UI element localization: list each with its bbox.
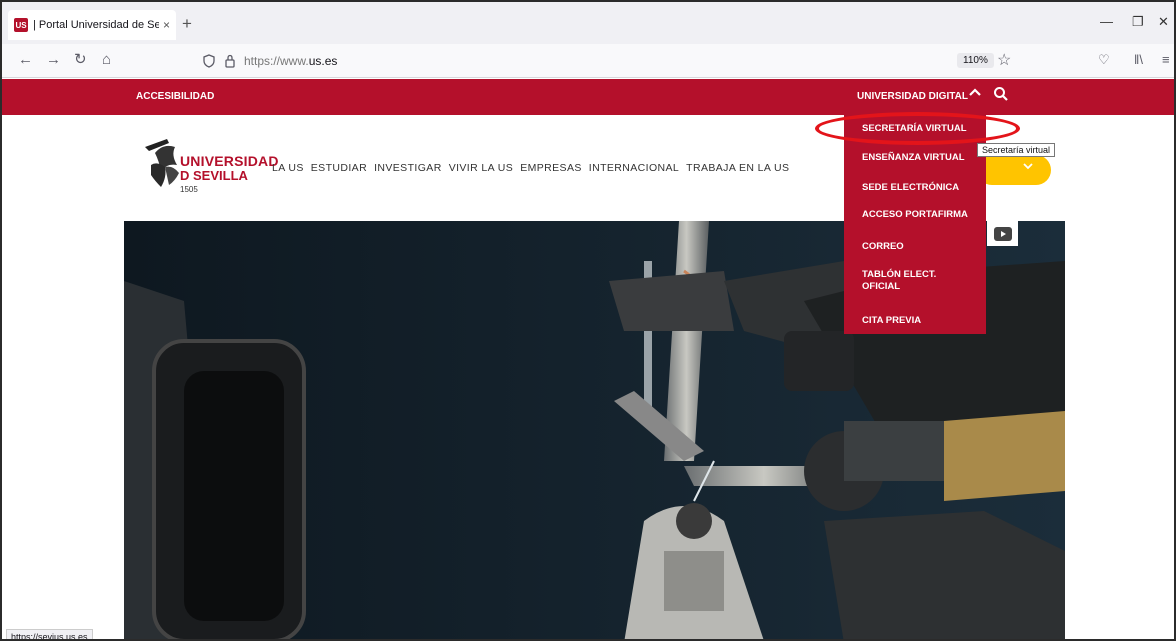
window-close-icon[interactable]: ✕ — [1158, 14, 1169, 30]
url-prefix: https://www. — [244, 54, 309, 68]
dropdown-item-sede-electronica[interactable]: SEDE ELECTRÓNICA — [862, 182, 959, 194]
main-navigation: LA US ESTUDIAR INVESTIGAR VIVIR LA US EM… — [272, 162, 789, 174]
menu-icon[interactable]: ≡ — [1162, 52, 1170, 67]
back-icon[interactable]: ← — [18, 52, 33, 68]
nav-item-empresas[interactable]: EMPRESAS — [520, 162, 582, 174]
dropdown-item-tablon-elect-oficial[interactable]: TABLÓN ELECT. OFICIAL — [862, 269, 962, 293]
dropdown-item-acceso-portafirma[interactable]: ACCESO PORTAFIRMA — [862, 209, 968, 221]
video-play-icon[interactable] — [987, 221, 1018, 246]
nav-item-trabaja-en-la-us[interactable]: TRABAJA EN LA US — [686, 162, 789, 174]
browser-tab[interactable]: US | Portal Universidad de Sevilla × — [8, 10, 176, 40]
bookmark-star-icon[interactable]: ☆ — [997, 50, 1011, 70]
chevron-down-icon — [1023, 163, 1033, 170]
universidad-digital-dropdown: SECRETARÍA VIRTUAL ENSEÑANZA VIRTUAL SED… — [844, 115, 986, 334]
nav-item-investigar[interactable]: INVESTIGAR — [374, 162, 442, 174]
red-highlight-annotation — [815, 112, 1020, 145]
home-icon[interactable]: ⌂ — [102, 52, 111, 68]
nav-item-estudiar[interactable]: ESTUDIAR — [311, 162, 367, 174]
nav-item-vivir-la-us[interactable]: VIVIR LA US — [449, 162, 514, 174]
status-url: https://sevius.us.es — [6, 629, 93, 639]
chevron-up-icon[interactable] — [969, 87, 981, 97]
zoom-indicator[interactable]: 110% — [957, 53, 994, 68]
forward-icon[interactable]: → — [46, 52, 61, 68]
dropdown-item-correo[interactable]: CORREO — [862, 241, 904, 253]
library-icon[interactable]: ‖\ — [1134, 52, 1143, 67]
restore-icon[interactable]: ❐ — [1132, 14, 1144, 30]
tab-title: | Portal Universidad de Sevilla — [33, 19, 159, 31]
new-tab-button[interactable]: + — [182, 14, 192, 34]
shield-icon — [203, 54, 215, 68]
dropdown-item-ensenanza-virtual[interactable]: ENSEÑANZA VIRTUAL — [862, 152, 965, 164]
reload-icon[interactable]: ↻ — [74, 52, 87, 68]
tab-close-icon[interactable]: × — [163, 18, 170, 32]
logo-text-sevilla: D SEVILLA — [180, 168, 248, 183]
favicon-icon: US — [14, 18, 28, 32]
minimize-icon[interactable]: — — [1100, 14, 1113, 29]
yellow-dropdown-button[interactable] — [977, 155, 1051, 185]
url-domain: us.es — [308, 54, 338, 68]
pocket-icon[interactable]: ♡ — [1098, 52, 1110, 68]
nav-item-internacional[interactable]: INTERNACIONAL — [589, 162, 679, 174]
accessibility-link[interactable]: ACCESIBILIDAD — [136, 91, 214, 102]
lock-icon — [225, 54, 235, 68]
url-bar[interactable]: https://www. us.es — [202, 48, 1020, 74]
browser-toolbar: ← → ↻ ⌂ https://www. us.es 110% ☆ ♡ ‖\ ≡ — [2, 44, 1174, 78]
logo-year: 1505 — [180, 185, 198, 194]
nav-item-la-us[interactable]: LA US — [272, 162, 304, 174]
logo-text-universidad: UNIVERSIDAD — [180, 153, 279, 169]
dropdown-item-cita-previa[interactable]: CITA PREVIA — [862, 315, 921, 327]
site-topbar: ACCESIBILIDAD UNIVERSIDAD DIGITAL — [2, 79, 1174, 115]
tooltip: Secretaría virtual — [977, 143, 1056, 157]
universidad-digital-menu[interactable]: UNIVERSIDAD DIGITAL — [857, 91, 968, 102]
tab-bar: US | Portal Universidad de Sevilla × + —… — [2, 2, 1174, 44]
search-icon[interactable] — [992, 85, 1010, 103]
